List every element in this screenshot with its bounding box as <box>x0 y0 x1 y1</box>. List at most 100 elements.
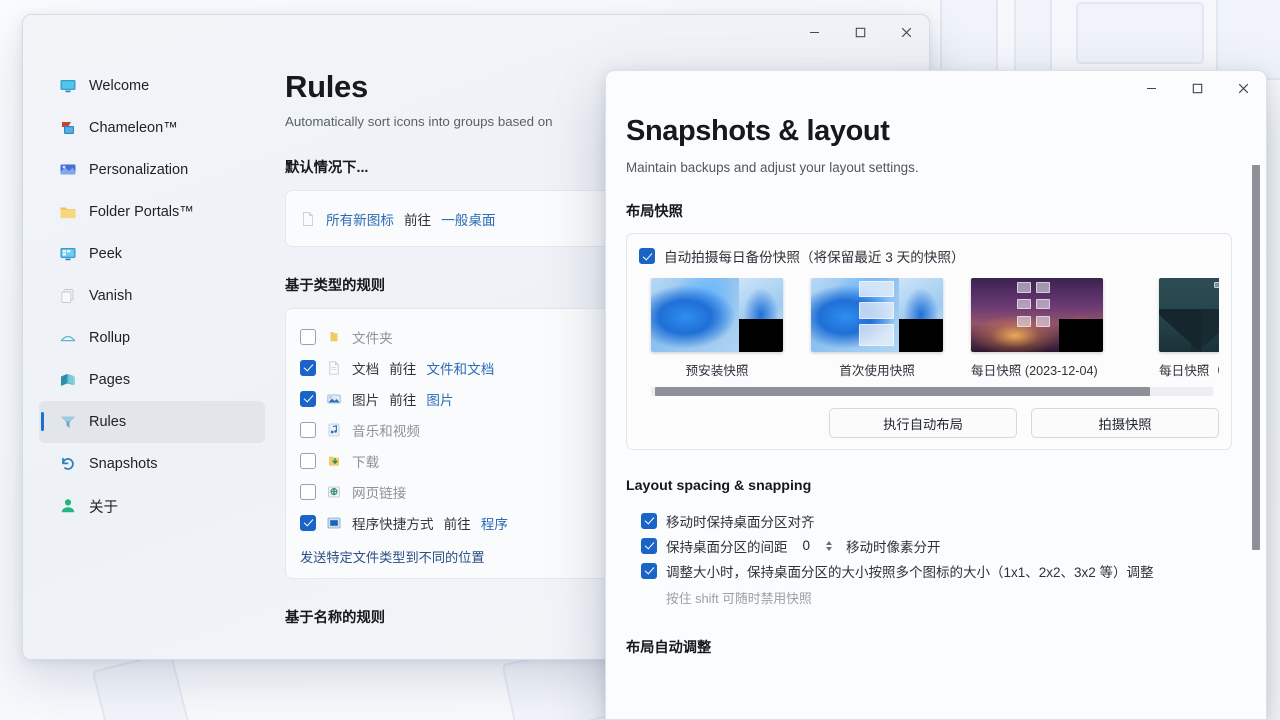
snapshots-titlebar[interactable] <box>606 71 1266 113</box>
resize-multiples-checkbox[interactable] <box>641 562 657 579</box>
rule-label: 图片 <box>352 392 380 408</box>
auto-adjust-heading: 布局自动调整 <box>626 640 712 656</box>
auto-daily-snapshot-row[interactable]: 自动拍摄每日备份快照（将保留最近 3 天的快照） <box>639 246 1219 266</box>
snapshots-page-subtitle: Maintain backups and adjust your layout … <box>626 160 919 175</box>
sidebar-item-vanish[interactable]: Vanish <box>39 275 265 317</box>
type-rule-row[interactable]: 下载 <box>300 445 600 476</box>
snapshot-caption: 预安装快照 <box>685 364 749 378</box>
wallpaper-icon <box>59 161 77 179</box>
resize-multiples-row[interactable]: 调整大小时，保持桌面分区的大小按照多个图标的大小（1x1、2x2、3x2 等）调… <box>641 558 1232 583</box>
sidebar-item-label: Personalization <box>89 162 189 178</box>
peek-monitor-icon <box>59 245 77 263</box>
rule-checkbox[interactable] <box>300 421 316 438</box>
snapshot-actions: 执行自动布局 拍摄快照 <box>639 408 1219 438</box>
rule-checkbox[interactable] <box>300 390 316 407</box>
sidebar: Welcome Chameleon™ Personalization Folde… <box>23 57 275 659</box>
sidebar-item-label: Welcome <box>89 78 150 94</box>
rule-verb: 前往 <box>389 392 417 408</box>
keep-aligned-row[interactable]: 移动时保持桌面分区对齐 <box>641 508 1232 533</box>
layout-snapshot-panel: 自动拍摄每日备份快照（将保留最近 3 天的快照） 预安装快照 首次使用快照 每日… <box>626 233 1232 450</box>
rule-checkbox[interactable] <box>300 514 316 531</box>
auto-daily-snapshot-checkbox[interactable] <box>639 248 655 264</box>
rule-verb: 前往 <box>403 212 432 228</box>
snapshot-thumbnail-strip[interactable]: 预安装快照 首次使用快照 每日快照 (2023-12-04) 每日快照（ <box>639 278 1219 383</box>
sidebar-item-peek[interactable]: Peek <box>39 233 265 275</box>
sidebar-item-label: Chameleon™ <box>89 120 178 136</box>
rule-target[interactable]: 一般桌面 <box>441 209 495 229</box>
generic-file-icon <box>300 211 316 227</box>
sidebar-item-folder-portals[interactable]: Folder Portals™ <box>39 191 265 233</box>
thumbnail-scrollbar-thumb[interactable] <box>655 387 1150 396</box>
type-rule-row[interactable]: 程序快捷方式 前往 程序 <box>300 507 600 538</box>
snapshot-preview-image <box>971 278 1103 352</box>
thumbnail-horizontal-scrollbar[interactable] <box>651 387 1213 396</box>
send-file-types-link[interactable]: 发送特定文件类型到不同的位置 <box>300 547 600 566</box>
rollup-arc-icon <box>59 329 77 347</box>
sidebar-item-rollup[interactable]: Rollup <box>39 317 265 359</box>
run-auto-layout-button[interactable]: 执行自动布局 <box>829 408 1017 438</box>
spacing-value[interactable]: 0 <box>797 538 817 553</box>
resize-multiples-label: 调整大小时，保持桌面分区的大小按照多个图标的大小（1x1、2x2、3x2 等）调… <box>666 564 1154 580</box>
snapshot-thumbnail[interactable]: 每日快照 (2023-12-04) <box>971 278 1131 383</box>
snapshots-layout-window[interactable]: Snapshots & layout Maintain backups and … <box>605 70 1267 720</box>
undo-history-icon <box>59 455 77 473</box>
keep-aligned-checkbox[interactable] <box>641 512 657 529</box>
document-icon <box>326 360 342 376</box>
take-snapshot-button[interactable]: 拍摄快照 <box>1031 408 1219 438</box>
rule-target[interactable]: 图片 <box>426 389 453 409</box>
type-rule-row[interactable]: 图片 前往 图片 <box>300 383 600 414</box>
type-rule-row[interactable]: 网页链接 <box>300 476 600 507</box>
default-rule-row[interactable]: 所有新图标 前往 一般桌面 <box>300 203 600 234</box>
sidebar-item-label: 关于 <box>89 499 118 516</box>
spacing-label-after: 移动时像素分开 <box>846 539 941 555</box>
spacing-stepper[interactable] <box>825 540 837 551</box>
shift-hint-text: 按住 shift 可随时禁用快照 <box>666 591 812 606</box>
rule-label: 文件夹 <box>352 330 393 346</box>
snapshots-scrollbar[interactable] <box>1252 165 1260 713</box>
default-rule-card: 所有新图标 前往 一般桌面 <box>285 190 615 247</box>
snapshot-caption: 首次使用快照 <box>839 364 915 378</box>
sidebar-item-welcome[interactable]: Welcome <box>39 65 265 107</box>
sidebar-item-snapshots[interactable]: Snapshots <box>39 443 265 485</box>
snapshots-scrollbar-thumb[interactable] <box>1252 165 1260 550</box>
type-rule-row[interactable]: 文档 前往 文件和文档 <box>300 352 600 383</box>
snapshot-thumbnail[interactable]: 每日快照（ <box>1159 278 1219 383</box>
snapshot-preview-image <box>811 278 943 352</box>
minimize-button[interactable] <box>791 15 837 49</box>
sidebar-item-personalization[interactable]: Personalization <box>39 149 265 191</box>
sidebar-item-label: Vanish <box>89 288 133 304</box>
snapshot-thumbnail[interactable]: 首次使用快照 <box>811 278 943 383</box>
sidebar-item-chameleon[interactable]: Chameleon™ <box>39 107 265 149</box>
snapshots-content: Snapshots & layout Maintain backups and … <box>606 113 1266 719</box>
rules-titlebar[interactable] <box>23 15 929 57</box>
sidebar-item-pages[interactable]: Pages <box>39 359 265 401</box>
maximize-button[interactable] <box>1174 71 1220 105</box>
close-button[interactable] <box>883 15 929 49</box>
rule-source[interactable]: 所有新图标 <box>326 209 394 229</box>
rule-checkbox[interactable] <box>300 483 316 500</box>
web-link-icon <box>326 484 342 500</box>
person-icon <box>59 497 77 515</box>
rule-target[interactable]: 程序 <box>481 513 508 533</box>
type-rule-row[interactable]: 音乐和视频 <box>300 414 600 445</box>
close-button[interactable] <box>1220 71 1266 105</box>
rule-checkbox[interactable] <box>300 328 316 345</box>
layout-spacing-options: 移动时保持桌面分区对齐 保持桌面分区的间距 0 移动时像素分开 调整大小时，保持… <box>626 508 1232 607</box>
spacing-row[interactable]: 保持桌面分区的间距 0 移动时像素分开 <box>641 533 1232 558</box>
minimize-button[interactable] <box>1128 71 1174 105</box>
rule-target[interactable]: 文件和文档 <box>426 358 494 378</box>
sidebar-item-rules[interactable]: Rules <box>39 401 265 443</box>
rule-checkbox[interactable] <box>300 452 316 469</box>
snapshot-thumbnail[interactable]: 预安装快照 <box>651 278 783 383</box>
rule-label: 下载 <box>352 454 380 470</box>
music-note-icon <box>326 422 342 438</box>
sidebar-item-label: Rollup <box>89 330 131 346</box>
layout-snapshot-heading: 布局快照 <box>626 204 683 220</box>
snapshots-page-title: Snapshots & layout <box>626 115 890 147</box>
type-rule-row[interactable]: 文件夹 <box>300 321 600 352</box>
folder-icon <box>59 203 77 221</box>
maximize-button[interactable] <box>837 15 883 49</box>
sidebar-item-about[interactable]: 关于 <box>39 485 265 527</box>
rule-checkbox[interactable] <box>300 359 316 376</box>
spacing-checkbox[interactable] <box>641 537 657 554</box>
